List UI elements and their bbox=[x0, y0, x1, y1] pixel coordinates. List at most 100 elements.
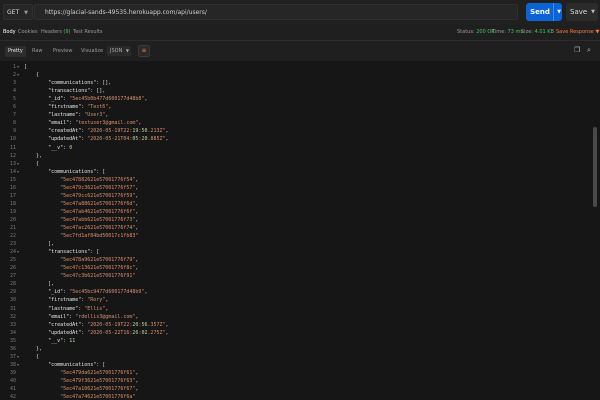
line-number: 34 bbox=[9, 329, 16, 336]
line-number: 29 bbox=[9, 289, 16, 296]
tab-body[interactable]: Body bbox=[3, 29, 16, 35]
url-input[interactable]: https://glacial-sands-49535.herokuapp.co… bbox=[34, 4, 518, 20]
line-number: 20 bbox=[9, 216, 16, 223]
line-number: 1 bbox=[12, 64, 16, 70]
code-line: "5ec47ab4621e57001776f6f", bbox=[60, 208, 139, 215]
line-number: 37 bbox=[9, 353, 16, 360]
copy-icon[interactable]: ❐ bbox=[574, 46, 580, 54]
code-line: "lastname": "User3", bbox=[48, 112, 109, 119]
code-line: { bbox=[24, 160, 40, 167]
chevron-down-icon: ▼ bbox=[24, 10, 28, 16]
search-icon[interactable]: ⌕ bbox=[587, 46, 591, 55]
code-line: "5ec47ac2621e57001776f74", bbox=[60, 225, 139, 231]
fold-toggle-icon[interactable]: ▾ bbox=[17, 72, 19, 77]
code-line: { bbox=[24, 353, 40, 360]
response-body-editor[interactable]: 1 ▾ 2 ▾ 3 4 5 6 7 8 9 10 11 12 13 ▾ 14 ▾ 15 16 17 18 19 20 21 22 2… bbox=[0, 61, 600, 400]
line-number: 26 bbox=[9, 265, 16, 272]
line-number: 36 bbox=[9, 345, 16, 352]
line-number: 10 bbox=[9, 136, 16, 143]
code-line: "5ec479f3621e57001776f63", bbox=[60, 377, 139, 384]
size-value: 4.01 KB bbox=[534, 29, 554, 35]
fold-toggle-icon[interactable]: ▾ bbox=[17, 354, 19, 359]
code-line: }, bbox=[24, 152, 43, 159]
code-line: "communications": [ bbox=[48, 168, 106, 175]
code-line: "lastname": "Ellis", bbox=[48, 305, 109, 312]
fold-toggle-icon[interactable]: ▾ bbox=[17, 169, 19, 174]
method-select[interactable]: GET ▼ bbox=[3, 4, 33, 20]
line-number: 33 bbox=[9, 321, 16, 328]
line-number: 8 bbox=[12, 120, 16, 127]
line-number: 3 bbox=[12, 80, 16, 87]
code-line: "firstname": "Rory", bbox=[48, 297, 109, 304]
code-line: "5ec47882621e57001776f54", bbox=[60, 176, 139, 183]
line-number: 13 bbox=[9, 160, 16, 167]
view-pretty-button[interactable]: Pretty bbox=[5, 46, 26, 57]
code-line: ], bbox=[24, 241, 55, 248]
code-line: "transactions": [ bbox=[48, 249, 100, 256]
line-number: 11 bbox=[9, 144, 16, 151]
view-visualize-button[interactable]: Visualize bbox=[78, 46, 106, 57]
code-line: "createdAt": "2020-05-19T22:20:56.357Z", bbox=[48, 321, 169, 328]
send-options-chevron-icon[interactable]: ▼ bbox=[553, 3, 564, 21]
line-number: 2 bbox=[12, 72, 16, 79]
code-line: "email": "testuser3@gmail.com", bbox=[48, 120, 142, 127]
line-number: 40 bbox=[9, 377, 16, 384]
status-info: Status: 200 OK bbox=[457, 29, 495, 35]
code-line: "__v": 0 bbox=[48, 144, 73, 151]
save-button[interactable]: Save ▼ bbox=[566, 3, 598, 21]
fold-toggle-icon[interactable]: ▾ bbox=[17, 64, 19, 69]
code-line: "5ec478a9621e57001776f79", bbox=[60, 257, 139, 264]
line-number: 25 bbox=[9, 257, 16, 264]
format-select[interactable]: JSON ▼ bbox=[107, 46, 131, 56]
line-number: 31 bbox=[9, 305, 16, 312]
line-number: 5 bbox=[12, 96, 16, 103]
line-number: 6 bbox=[12, 104, 16, 111]
view-preview-button[interactable]: Preview bbox=[50, 46, 75, 57]
code-line: "5ec479c3621e57001776f57", bbox=[60, 184, 139, 191]
line-number: 39 bbox=[9, 369, 16, 376]
line-number: 32 bbox=[9, 313, 16, 320]
line-number: 12 bbox=[9, 152, 16, 159]
code-line: "5ec47abb621e57001776f73", bbox=[60, 216, 139, 223]
code-line: }, bbox=[24, 345, 43, 352]
code-line: "5ec47c3b621e57001776f91" bbox=[60, 273, 136, 280]
line-number: 38 bbox=[9, 361, 16, 368]
size-info: Size: 4.01 KB bbox=[521, 29, 554, 35]
line-number: 21 bbox=[9, 225, 16, 231]
line-number: 16 bbox=[9, 184, 16, 191]
fold-toggle-icon[interactable]: ▾ bbox=[17, 161, 19, 166]
code-line: "5ec47a74621e57001776f6a" bbox=[60, 394, 136, 400]
chevron-down-icon: ▼ bbox=[125, 48, 129, 53]
code-line: "firstname": "Test6", bbox=[48, 104, 112, 111]
method-label: GET bbox=[7, 9, 20, 16]
tab-cookies[interactable]: Cookies bbox=[18, 29, 38, 35]
wrap-lines-icon[interactable]: ≡ bbox=[138, 45, 150, 57]
line-number: 42 bbox=[9, 394, 16, 400]
line-number: 17 bbox=[9, 192, 16, 199]
fold-toggle-icon[interactable]: ▾ bbox=[17, 362, 19, 367]
view-raw-button[interactable]: Raw bbox=[29, 46, 46, 57]
line-number: 4 bbox=[12, 88, 16, 95]
line-number: 30 bbox=[9, 297, 16, 304]
response-toolbar: Pretty Raw Preview Visualize JSON ▼ ≡ ❐ … bbox=[0, 41, 600, 62]
chevron-down-icon: ▼ bbox=[591, 9, 595, 15]
tab-headers[interactable]: Headers (9) bbox=[41, 29, 71, 35]
code-line: "updatedAt": "2020-05-21T04:05:20.885Z", bbox=[48, 136, 169, 143]
code-line: "__v": 11 bbox=[48, 337, 76, 344]
editor-scrollbar[interactable] bbox=[593, 127, 597, 207]
save-response-button[interactable]: Save Response ▼ bbox=[556, 29, 599, 35]
code-line: "5ec479cc621e57001776f59", bbox=[60, 192, 139, 199]
code-line: "5ec479da621e57001776f61", bbox=[60, 369, 139, 376]
headers-count-badge: (9) bbox=[63, 29, 71, 35]
code-line: "email": "rdellis3@gmail.com", bbox=[48, 313, 139, 320]
code-line: "_id": "5ec45bc9477d600177d48b9", bbox=[48, 289, 148, 296]
line-number-gutter: 1 ▾ 2 ▾ 3 4 5 6 7 8 9 10 11 12 13 ▾ 14 ▾ 15 16 17 18 19 20 21 22 2… bbox=[0, 61, 24, 400]
json-code: [ { "communications": [], "transactions"… bbox=[24, 61, 584, 400]
code-line: "5ec47a10621e57001776f67", bbox=[60, 386, 139, 392]
code-line: "5ec47c13621e57001776f8c", bbox=[60, 265, 139, 272]
fold-toggle-icon[interactable]: ▾ bbox=[17, 249, 19, 254]
tab-test-results[interactable]: Test Results bbox=[73, 29, 103, 35]
code-line: "updatedAt": "2020-05-22T16:26:02.275Z", bbox=[48, 329, 169, 336]
line-number: 41 bbox=[9, 386, 16, 392]
response-tabs: Body Cookies Headers (9) Test Results St… bbox=[0, 25, 600, 41]
